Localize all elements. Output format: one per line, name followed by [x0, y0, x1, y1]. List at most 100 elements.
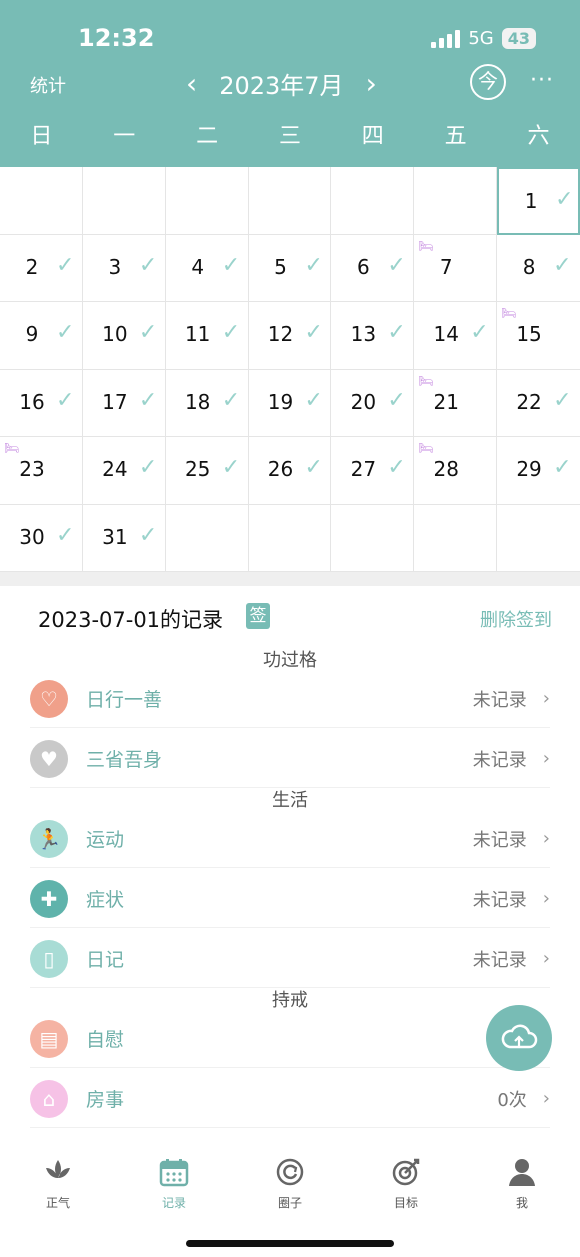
lotus-icon: [46, 1160, 70, 1180]
calendar-day-cell[interactable]: 🛏 15: [497, 302, 580, 370]
day-number: 18: [184, 389, 211, 414]
calendar-day-cell[interactable]: 🛏 28: [414, 437, 498, 505]
day-number: 6: [357, 254, 370, 279]
calendar-day-cell[interactable]: 1 ✓: [497, 167, 580, 235]
calendar-empty-cell: [414, 167, 498, 235]
calendar-day-cell[interactable]: 3 ✓: [82, 234, 166, 302]
day-number: 19: [267, 389, 294, 414]
calendar-day-cell[interactable]: 18 ✓: [165, 369, 249, 437]
calendar-day-cell[interactable]: 2 ✓: [0, 234, 83, 302]
record-item[interactable]: ✚ 症状 未记录 ›: [30, 870, 550, 928]
calendar-day-cell[interactable]: 30 ✓: [0, 504, 83, 572]
checkmark-icon: ✓: [387, 455, 406, 480]
calendar-day-cell[interactable]: 16 ✓: [0, 369, 83, 437]
day-number: 2: [25, 254, 39, 279]
checkmark-icon: ✓: [56, 387, 75, 413]
calendar-day-cell[interactable]: 27 ✓: [331, 437, 415, 505]
more-icon[interactable]: ···: [530, 68, 554, 93]
calendar-week-row: 2 ✓ 3 ✓ 4 ✓ 5 ✓ 6 ✓ 🛏 7 8 ✓: [0, 234, 580, 302]
cloud-sync-icon: [501, 1024, 538, 1049]
record-item[interactable]: ♥ 三省吾身 未记录 ›: [30, 730, 550, 788]
record-item[interactable]: ▯ 日记 未记录 ›: [30, 930, 550, 988]
record-item[interactable]: ▤自慰0次›: [30, 1010, 550, 1068]
bed-marker-icon: 🛏: [418, 441, 434, 455]
record-item[interactable]: 🏃 运动 未记录 ›: [30, 810, 550, 868]
calendar-day-cell[interactable]: 17 ✓: [82, 369, 166, 437]
today-button[interactable]: 今: [470, 64, 506, 100]
calendar-day-cell[interactable]: 5 ✓: [248, 234, 332, 302]
weekday-label: 六: [527, 124, 550, 149]
tab-zhengqi[interactable]: 正气: [0, 1130, 116, 1230]
medical-kit-icon: ✚: [30, 879, 68, 918]
calendar-day-cell[interactable]: 12 ✓: [248, 302, 332, 370]
bed-marker-icon: 🛏: [418, 238, 434, 253]
weekday-label: 一: [113, 124, 136, 149]
weekday-label: 五: [444, 124, 467, 149]
calendar-day-cell[interactable]: 19 ✓: [248, 369, 332, 437]
tissue-icon: ▤: [30, 1019, 68, 1058]
month-navigation: 统计 ‹ 2023年7月 › 今 ···: [0, 62, 580, 106]
calendar-grid: 1 ✓ 2 ✓ 3 ✓ 4 ✓ 5 ✓ 6 ✓ 🛏 7 8 ✓ 9 ✓ 10 ✓ 11 ✓ 12 ✓ 13 ✓ 14 ✓ 🛏 15 16 ✓ 1…: [0, 167, 580, 572]
calendar-day-cell[interactable]: 14 ✓: [414, 302, 498, 370]
calendar-day-cell[interactable]: 25 ✓: [165, 437, 249, 505]
chevron-right-icon: ›: [542, 948, 550, 969]
record-title: 2023-07-01的记录: [38, 608, 224, 632]
day-number: 5: [274, 254, 287, 279]
stats-button[interactable]: 统计: [30, 72, 66, 98]
broken-heart-icon: ♥: [30, 739, 68, 778]
calendar-day-cell[interactable]: 6 ✓: [331, 234, 415, 302]
day-number: 22: [516, 389, 542, 414]
calendar-day-cell[interactable]: 🛏 23: [0, 437, 83, 505]
day-number: 16: [19, 389, 45, 414]
record-item[interactable]: ⌂ 房事 0次 ›: [30, 1070, 550, 1128]
checkmark-icon: ✓: [553, 252, 572, 278]
cloud-sync-button[interactable]: [486, 1005, 552, 1071]
tab-label: 正气: [45, 1196, 70, 1210]
calendar-day-cell[interactable]: 4 ✓: [165, 234, 249, 302]
tab-circle[interactable]: 圈子: [232, 1130, 348, 1230]
chevron-right-icon[interactable]: ›: [362, 68, 381, 99]
calendar-day-cell[interactable]: 26 ✓: [248, 437, 332, 505]
notebook-icon: ▯: [30, 939, 68, 978]
calendar-day-cell[interactable]: 9 ✓: [0, 302, 83, 370]
record-item-label: 日记: [86, 949, 125, 971]
day-number: 8: [522, 254, 536, 279]
calendar-day-cell[interactable]: 🛏 21: [414, 369, 498, 437]
tab-record[interactable]: 记录: [116, 1130, 232, 1230]
calendar-day-cell[interactable]: 13 ✓: [331, 302, 415, 370]
calendar-day-cell[interactable]: 24 ✓: [82, 437, 166, 505]
calendar-day-cell[interactable]: 31 ✓: [82, 504, 166, 572]
calendar-day-cell[interactable]: 20 ✓: [331, 369, 415, 437]
calendar-empty-cell: [0, 167, 83, 235]
section-heading: 持戒: [272, 990, 308, 1011]
calendar-day-cell[interactable]: 11 ✓: [165, 302, 249, 370]
record-item[interactable]: ♡ 日行一善 未记录 ›: [30, 670, 550, 728]
calendar-day-cell[interactable]: 🛏 7: [414, 234, 498, 302]
checkmark-icon: ✓: [553, 387, 572, 413]
day-number: 29: [516, 457, 542, 481]
signal-icon: [431, 29, 461, 48]
tab-goal[interactable]: 目标: [348, 1130, 464, 1230]
day-number: 10: [102, 322, 128, 346]
calendar-day-cell[interactable]: 29 ✓: [497, 437, 580, 505]
checkmark-icon: ✓: [304, 455, 323, 480]
record-item-label: 自慰: [86, 1029, 125, 1051]
checkmark-icon: ✓: [138, 455, 158, 480]
delete-checkin-button[interactable]: 删除签到: [480, 606, 552, 632]
app-header: 12:32 5G 43 统计 ‹ 2023年7月 › 今 ··· 日 一 二 三…: [0, 0, 580, 167]
battery-icon: 43: [501, 28, 536, 49]
checkmark-icon: ✓: [56, 320, 75, 345]
record-item-label: 三省吾身: [86, 749, 163, 771]
calendar-day-cell[interactable]: 10 ✓: [82, 302, 166, 370]
record-item-label: 房事: [86, 1089, 125, 1111]
checkmark-icon: ✓: [304, 252, 323, 278]
calendar-day-cell[interactable]: 8 ✓: [497, 235, 580, 302]
circle-refresh-icon: [276, 1158, 304, 1186]
calendar-day-cell[interactable]: 22 ✓: [497, 370, 580, 437]
record-item-label: 症状: [86, 889, 125, 911]
checkmark-icon: ✓: [56, 522, 75, 548]
weekday-label: 三: [278, 124, 301, 149]
tab-me[interactable]: 我: [464, 1130, 580, 1230]
checkmark-icon: ✓: [56, 252, 75, 278]
chevron-left-icon[interactable]: ‹: [182, 68, 201, 99]
